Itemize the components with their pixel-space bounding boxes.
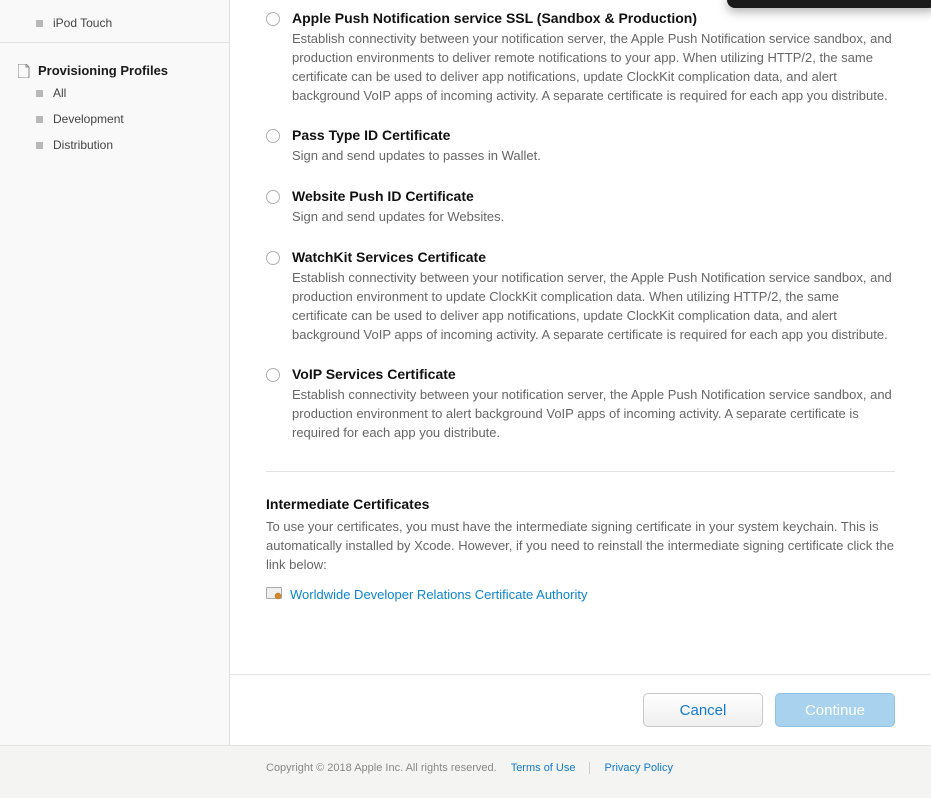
radio-pass-type-id[interactable] xyxy=(266,129,280,143)
document-icon xyxy=(18,64,30,78)
section-desc: To use your certificates, you must have … xyxy=(266,518,895,575)
wwdr-certificate-link[interactable]: Worldwide Developer Relations Certificat… xyxy=(290,587,587,602)
radio-watchkit-services[interactable] xyxy=(266,251,280,265)
footer-privacy-link[interactable]: Privacy Policy xyxy=(604,762,672,774)
sidebar-item-label: Distribution xyxy=(53,138,113,152)
option-body: Website Push ID Certificate Sign and sen… xyxy=(292,188,895,227)
certificate-icon xyxy=(266,587,282,601)
sidebar-item-all[interactable]: All xyxy=(0,80,229,106)
option-body: VoIP Services Certificate Establish conn… xyxy=(292,366,895,443)
option-body: WatchKit Services Certificate Establish … xyxy=(292,249,895,344)
cert-link-row: Worldwide Developer Relations Certificat… xyxy=(266,587,895,602)
cert-option-voip-services: VoIP Services Certificate Establish conn… xyxy=(266,366,895,443)
footer-divider xyxy=(589,762,590,774)
option-desc: Establish connectivity between your noti… xyxy=(292,30,895,105)
bullet-icon xyxy=(36,116,43,123)
cert-option-website-push-id: Website Push ID Certificate Sign and sen… xyxy=(266,188,895,227)
option-body: Pass Type ID Certificate Sign and send u… xyxy=(292,127,895,166)
button-bar: Cancel Continue xyxy=(230,674,931,745)
bullet-icon xyxy=(36,20,43,27)
radio-voip-services[interactable] xyxy=(266,368,280,382)
sidebar-item-development[interactable]: Development xyxy=(0,106,229,132)
cert-option-apns-ssl: Apple Push Notification service SSL (San… xyxy=(266,10,895,105)
footer-copyright: Copyright © 2018 Apple Inc. All rights r… xyxy=(266,762,497,774)
sidebar-item-label: All xyxy=(53,86,66,100)
radio-website-push-id[interactable] xyxy=(266,190,280,204)
option-title: Apple Push Notification service SSL (San… xyxy=(292,10,895,26)
window-shadow-artifact xyxy=(727,0,931,8)
bullet-icon xyxy=(36,142,43,149)
radio-apns-ssl[interactable] xyxy=(266,12,280,26)
cert-option-pass-type-id: Pass Type ID Certificate Sign and send u… xyxy=(266,127,895,166)
cert-option-watchkit-services: WatchKit Services Certificate Establish … xyxy=(266,249,895,344)
option-desc: Sign and send updates to passes in Walle… xyxy=(292,147,895,166)
footer-terms-link[interactable]: Terms of Use xyxy=(511,762,576,774)
main-layout: iPod Touch Provisioning Profiles All Dev… xyxy=(0,0,931,745)
option-body: Apple Push Notification service SSL (San… xyxy=(292,10,895,105)
cancel-button[interactable]: Cancel xyxy=(643,693,763,727)
sidebar-section-label: Provisioning Profiles xyxy=(38,63,168,78)
content-area: Apple Push Notification service SSL (San… xyxy=(230,0,931,674)
sidebar-item-label: iPod Touch xyxy=(53,16,112,30)
bullet-icon xyxy=(36,90,43,97)
main-panel: Apple Push Notification service SSL (San… xyxy=(230,0,931,745)
option-title: WatchKit Services Certificate xyxy=(292,249,895,265)
sidebar: iPod Touch Provisioning Profiles All Dev… xyxy=(0,0,230,745)
option-desc: Sign and send updates for Websites. xyxy=(292,208,895,227)
option-title: Website Push ID Certificate xyxy=(292,188,895,204)
option-desc: Establish connectivity between your noti… xyxy=(292,386,895,443)
option-title: VoIP Services Certificate xyxy=(292,366,895,382)
sidebar-section-provisioning-profiles[interactable]: Provisioning Profiles xyxy=(0,42,229,80)
sidebar-item-label: Development xyxy=(53,112,124,126)
option-desc: Establish connectivity between your noti… xyxy=(292,269,895,344)
sidebar-item-ipod-touch[interactable]: iPod Touch xyxy=(0,10,229,36)
option-title: Pass Type ID Certificate xyxy=(292,127,895,143)
sidebar-item-distribution[interactable]: Distribution xyxy=(0,132,229,158)
intermediate-certificates-section: Intermediate Certificates To use your ce… xyxy=(266,496,895,602)
section-title: Intermediate Certificates xyxy=(266,496,895,512)
continue-button[interactable]: Continue xyxy=(775,693,895,727)
footer: Copyright © 2018 Apple Inc. All rights r… xyxy=(0,745,931,798)
section-divider xyxy=(266,471,895,472)
